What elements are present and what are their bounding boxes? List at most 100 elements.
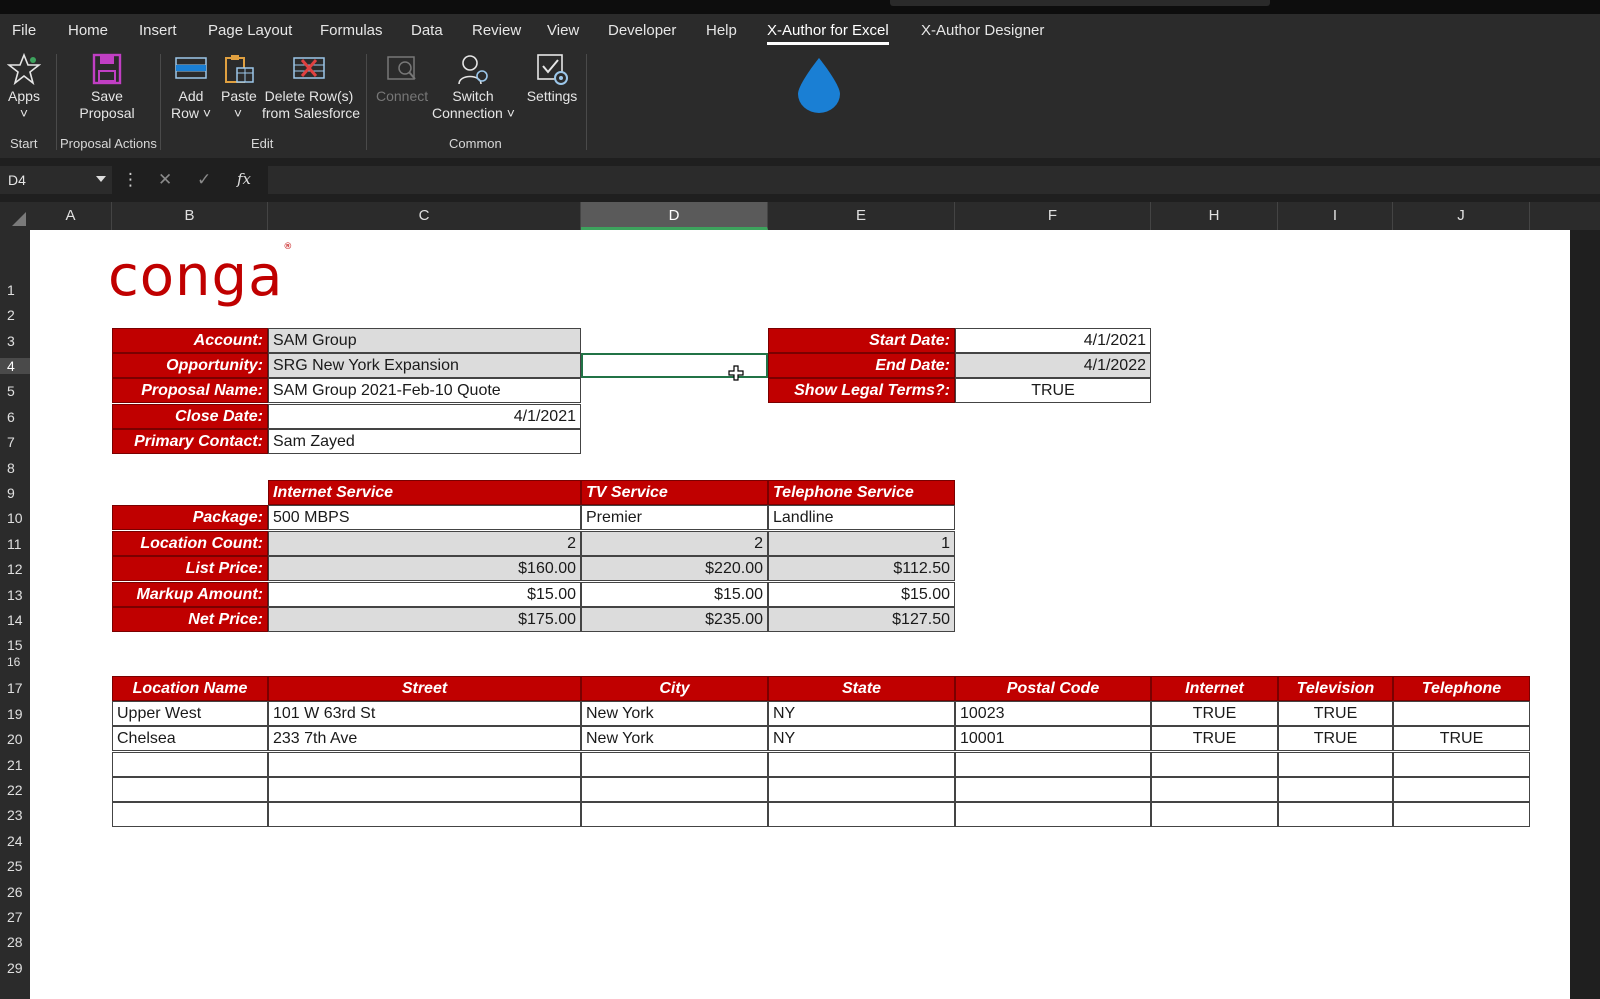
empty-cell[interactable] [268, 752, 581, 777]
empty-cell[interactable] [955, 802, 1151, 827]
column-header-f[interactable]: F [955, 202, 1151, 230]
location-count-internet-cell[interactable]: 2 [268, 531, 581, 556]
row-header-8[interactable]: 8 [0, 460, 30, 476]
column-header-a[interactable]: A [30, 202, 112, 230]
show-legal-terms-cell[interactable]: TRUE [955, 378, 1151, 403]
paste-button[interactable]: Paste ˅ [221, 52, 257, 122]
empty-cell[interactable] [768, 777, 955, 802]
empty-cell[interactable] [581, 752, 768, 777]
add-row-button[interactable]: Add Row ˅ [170, 52, 212, 122]
row-header-21[interactable]: 21 [0, 757, 30, 773]
row-header-14[interactable]: 14 [0, 612, 30, 628]
select-all-corner[interactable] [0, 202, 30, 230]
package-telephone-cell[interactable]: Landline [768, 505, 955, 530]
markup-tv-cell[interactable]: $15.00 [581, 582, 768, 607]
delete-rows-button[interactable]: Delete Row(s) from Salesforce [262, 52, 360, 122]
row-header-13[interactable]: 13 [0, 587, 30, 603]
row-header-22[interactable]: 22 [0, 782, 30, 798]
street-cell[interactable]: 233 7th Ave [268, 726, 581, 751]
telephone-cell[interactable] [1393, 701, 1530, 726]
package-internet-cell[interactable]: 500 MBPS [268, 505, 581, 530]
row-header-10[interactable]: 10 [0, 510, 30, 526]
row-header-6[interactable]: 6 [0, 409, 30, 425]
tab-x-author-for-excel[interactable]: X-Author for Excel [767, 22, 889, 45]
state-cell[interactable]: NY [768, 701, 955, 726]
close-date-cell[interactable]: 4/1/2021 [268, 404, 581, 429]
save-proposal-button[interactable]: Save Proposal [76, 52, 138, 122]
enter-icon[interactable]: ✓ [197, 170, 211, 190]
column-header-c[interactable]: C [268, 202, 581, 230]
column-header-i[interactable]: I [1278, 202, 1393, 230]
markup-internet-cell[interactable]: $15.00 [268, 582, 581, 607]
postal-code-cell[interactable]: 10023 [955, 701, 1151, 726]
state-cell[interactable]: NY [768, 726, 955, 751]
location-name-cell[interactable]: Chelsea [112, 726, 268, 751]
empty-cell[interactable] [768, 752, 955, 777]
row-header-15[interactable]: 15 [0, 637, 30, 653]
opportunity-cell[interactable]: SRG New York Expansion [268, 353, 581, 378]
city-cell[interactable]: New York [581, 726, 768, 751]
empty-cell[interactable] [955, 752, 1151, 777]
row-header-1[interactable]: 1 [0, 282, 30, 298]
tab-review[interactable]: Review [472, 22, 521, 39]
row-header-27[interactable]: 27 [0, 909, 30, 925]
column-header-d[interactable]: D [581, 202, 768, 230]
empty-cell[interactable] [112, 752, 268, 777]
row-header-19[interactable]: 19 [0, 706, 30, 722]
empty-cell[interactable] [1393, 777, 1530, 802]
row-header-28[interactable]: 28 [0, 934, 30, 950]
row-header-25[interactable]: 25 [0, 858, 30, 874]
empty-cell[interactable] [768, 802, 955, 827]
row-header-9[interactable]: 9 [0, 485, 30, 501]
empty-cell[interactable] [1393, 802, 1530, 827]
row-header-5[interactable]: 5 [0, 383, 30, 399]
empty-cell[interactable] [112, 802, 268, 827]
primary-contact-cell[interactable]: Sam Zayed [268, 429, 581, 454]
chevron-down-icon[interactable] [96, 176, 106, 182]
internet-cell[interactable]: TRUE [1151, 701, 1278, 726]
column-header-h[interactable]: H [1151, 202, 1278, 230]
settings-button[interactable]: Settings [526, 52, 578, 105]
net-price-internet-cell[interactable]: $175.00 [268, 607, 581, 632]
row-header-17[interactable]: 17 [0, 680, 30, 696]
cancel-icon[interactable]: ✕ [158, 170, 172, 190]
row-header-26[interactable]: 26 [0, 884, 30, 900]
empty-cell[interactable] [1151, 777, 1278, 802]
list-price-internet-cell[interactable]: $160.00 [268, 556, 581, 581]
television-cell[interactable]: TRUE [1278, 701, 1393, 726]
empty-cell[interactable] [268, 802, 581, 827]
package-tv-cell[interactable]: Premier [581, 505, 768, 530]
empty-cell[interactable] [581, 777, 768, 802]
empty-cell[interactable] [1151, 802, 1278, 827]
search-bar[interactable] [890, 0, 1270, 6]
column-header-e[interactable]: E [768, 202, 955, 230]
tab-x-author-designer[interactable]: X-Author Designer [921, 22, 1044, 39]
empty-cell[interactable] [1278, 752, 1393, 777]
worksheet[interactable]: conga® Account: SAM Group Opportunity: S… [30, 230, 1570, 999]
connect-button[interactable]: Connect [376, 52, 428, 105]
tab-file[interactable]: File [12, 22, 36, 39]
function-icon[interactable]: fx [237, 170, 251, 188]
empty-cell[interactable] [1278, 777, 1393, 802]
city-cell[interactable]: New York [581, 701, 768, 726]
empty-cell[interactable] [1278, 802, 1393, 827]
tab-help[interactable]: Help [706, 22, 737, 39]
tab-formulas[interactable]: Formulas [320, 22, 383, 39]
telephone-cell[interactable]: TRUE [1393, 726, 1530, 751]
name-box[interactable]: D4 [0, 166, 112, 194]
location-count-tv-cell[interactable]: 2 [581, 531, 768, 556]
row-header-12[interactable]: 12 [0, 561, 30, 577]
column-header-b[interactable]: B [112, 202, 268, 230]
account-cell[interactable]: SAM Group [268, 328, 581, 353]
empty-cell[interactable] [112, 777, 268, 802]
switch-connection-button[interactable]: Switch Connection ˅ [432, 52, 515, 122]
row-header-20[interactable]: 20 [0, 731, 30, 747]
column-header-j[interactable]: J [1393, 202, 1530, 230]
row-header-2[interactable]: 2 [0, 307, 30, 323]
empty-cell[interactable] [1393, 752, 1530, 777]
postal-code-cell[interactable]: 10001 [955, 726, 1151, 751]
row-header-4[interactable]: 4 [0, 358, 30, 374]
row-header-29[interactable]: 29 [0, 960, 30, 976]
tab-insert[interactable]: Insert [139, 22, 177, 39]
tab-view[interactable]: View [547, 22, 579, 39]
